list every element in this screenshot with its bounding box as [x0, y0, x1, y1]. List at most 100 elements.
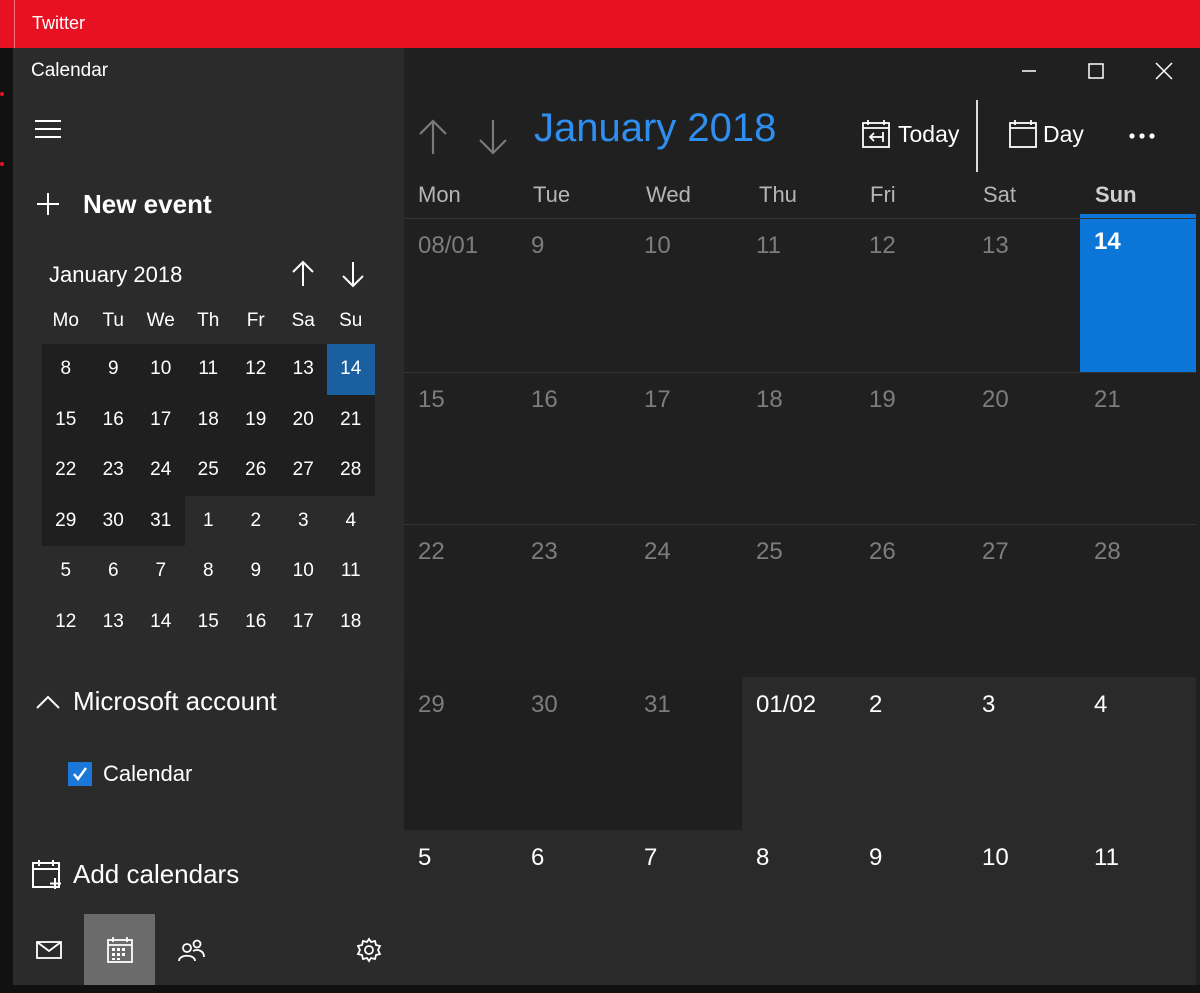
new-event-button[interactable]: New event — [35, 186, 212, 222]
calendar-day-cell[interactable]: 11 — [742, 218, 855, 372]
mini-calendar-day[interactable]: 15 — [185, 597, 233, 648]
mini-calendar-day[interactable]: 15 — [42, 394, 90, 445]
mini-calendar-day[interactable]: 9 — [89, 344, 137, 395]
calendar-day-cell[interactable]: 22 — [404, 524, 517, 677]
calendar-nav-button[interactable] — [84, 914, 155, 985]
mini-calendar-day[interactable]: 22 — [42, 445, 90, 496]
add-calendars-button[interactable]: Add calendars — [31, 858, 239, 890]
calendar-day-cell[interactable]: 25 — [742, 524, 855, 677]
mini-calendar-day[interactable]: 17 — [280, 597, 328, 648]
calendar-day-cell[interactable]: 3 — [968, 677, 1080, 830]
calendar-day-cell[interactable]: 8 — [742, 830, 855, 985]
calendar-day-cell[interactable]: 21 — [1080, 372, 1196, 524]
calendar-day-cell[interactable]: 12 — [855, 218, 968, 372]
today-button[interactable]: Today — [862, 120, 959, 148]
mini-calendar-day[interactable]: 8 — [42, 344, 90, 395]
hamburger-menu-icon[interactable] — [35, 118, 63, 142]
calendar-day-cell[interactable]: 4 — [1080, 677, 1196, 830]
calendar-day-cell[interactable]: 16 — [517, 372, 630, 524]
mini-calendar-day[interactable]: 30 — [89, 495, 137, 546]
mini-calendar-day[interactable]: 6 — [90, 546, 138, 597]
mini-next-month-arrow-down-icon[interactable] — [339, 258, 367, 290]
calendar-day-cell[interactable]: 9 — [855, 830, 968, 985]
calendar-day-cell[interactable]: 6 — [517, 830, 630, 985]
calendar-day-cell[interactable]: 2 — [855, 677, 968, 830]
mini-calendar-day[interactable]: 21 — [327, 394, 375, 445]
mini-calendar-day[interactable]: 7 — [137, 546, 185, 597]
more-options-icon[interactable] — [1124, 124, 1160, 148]
mini-calendar-day[interactable]: 14 — [137, 597, 185, 648]
calendar-day-cell[interactable]: 08/01 — [404, 218, 517, 372]
calendar-day-cell[interactable]: 17 — [630, 372, 742, 524]
calendar-day-cell[interactable]: 20 — [968, 372, 1080, 524]
mini-calendar-day[interactable]: 1 — [185, 496, 233, 547]
calendar-day-cell[interactable]: 30 — [517, 677, 630, 830]
calendar-day-cell[interactable]: 10 — [968, 830, 1080, 985]
mini-prev-month-arrow-up-icon[interactable] — [289, 258, 317, 290]
mini-calendar-day[interactable]: 4 — [327, 496, 375, 547]
day-view-button[interactable]: Day — [1009, 120, 1084, 148]
mini-calendar-day[interactable]: 18 — [327, 597, 375, 648]
mini-calendar-day[interactable]: 18 — [184, 394, 232, 445]
calendar-day-cell[interactable]: 7 — [630, 830, 742, 985]
mini-calendar-day[interactable]: 2 — [232, 496, 280, 547]
mini-calendar-day[interactable]: 27 — [279, 445, 327, 496]
mini-calendar-day[interactable]: 10 — [280, 546, 328, 597]
mini-calendar-day[interactable]: 31 — [137, 495, 185, 546]
mini-calendar-day[interactable]: 26 — [232, 445, 280, 496]
settings-button[interactable] — [333, 914, 404, 985]
mini-calendar-day[interactable]: 9 — [232, 546, 280, 597]
mini-calendar-day[interactable]: 24 — [137, 445, 185, 496]
account-toggle[interactable]: Microsoft account — [35, 686, 277, 717]
mini-calendar-day[interactable]: 12 — [42, 597, 90, 648]
calendar-day-cell[interactable]: 24 — [630, 524, 742, 677]
mini-calendar-day[interactable]: 5 — [42, 546, 90, 597]
minimize-button[interactable] — [1009, 58, 1049, 84]
calendar-visibility-item[interactable]: Calendar — [68, 761, 192, 787]
mini-calendar-day[interactable]: 14 — [327, 344, 375, 395]
mini-calendar-day[interactable]: 13 — [90, 597, 138, 648]
calendar-checkbox[interactable] — [68, 762, 92, 786]
mini-calendar-day[interactable]: 19 — [232, 394, 280, 445]
calendar-day-cell[interactable]: 19 — [855, 372, 968, 524]
calendar-day-cell[interactable]: 01/02 — [742, 677, 855, 830]
calendar-day-cell[interactable]: 18 — [742, 372, 855, 524]
calendar-day-cell[interactable]: 27 — [968, 524, 1080, 677]
mini-calendar-day[interactable]: 17 — [137, 394, 185, 445]
mini-calendar-day[interactable]: 13 — [279, 344, 327, 395]
mini-calendar-day[interactable]: 16 — [232, 597, 280, 648]
mini-calendar-day[interactable]: 28 — [327, 445, 375, 496]
mini-calendar-day[interactable]: 11 — [327, 546, 375, 597]
calendar-day-cell[interactable]: 26 — [855, 524, 968, 677]
mini-calendar-day[interactable]: 11 — [184, 344, 232, 395]
mini-calendar-day[interactable]: 25 — [184, 445, 232, 496]
mini-calendar-day[interactable]: 20 — [279, 394, 327, 445]
calendar-day-cell[interactable]: 28 — [1080, 524, 1196, 677]
mini-calendar-day[interactable]: 12 — [232, 344, 280, 395]
maximize-button[interactable] — [1076, 58, 1116, 84]
mini-calendar-day[interactable]: 8 — [185, 546, 233, 597]
calendar-day-cell[interactable]: 10 — [630, 218, 742, 372]
mini-calendar-day[interactable]: 3 — [280, 496, 328, 547]
calendar-day-cell[interactable]: 31 — [630, 677, 742, 830]
mini-calendar-day[interactable]: 10 — [137, 344, 185, 395]
month-title[interactable]: January 2018 — [534, 106, 776, 151]
calendar-day-cell[interactable]: 29 — [404, 677, 517, 830]
close-button[interactable] — [1144, 58, 1184, 84]
calendar-day-cell[interactable]: 5 — [404, 830, 517, 985]
mail-button[interactable] — [13, 914, 84, 985]
mini-calendar-day[interactable]: 29 — [42, 495, 90, 546]
calendar-day-cell[interactable]: 23 — [517, 524, 630, 677]
taskbar-title[interactable]: Twitter — [32, 13, 85, 34]
mini-calendar-month[interactable]: January 2018 — [49, 262, 182, 288]
calendar-day-cell[interactable]: 13 — [968, 218, 1080, 372]
calendar-day-cell[interactable]: 14 — [1080, 214, 1196, 372]
next-week-arrow-down-icon[interactable] — [476, 118, 510, 156]
calendar-day-cell[interactable]: 15 — [404, 372, 517, 524]
prev-week-arrow-up-icon[interactable] — [416, 118, 450, 156]
mini-calendar-day[interactable]: 23 — [89, 445, 137, 496]
people-button[interactable] — [155, 914, 226, 985]
calendar-day-cell[interactable]: 11 — [1080, 830, 1196, 985]
mini-calendar-day[interactable]: 16 — [89, 394, 137, 445]
calendar-day-cell[interactable]: 9 — [517, 218, 630, 372]
